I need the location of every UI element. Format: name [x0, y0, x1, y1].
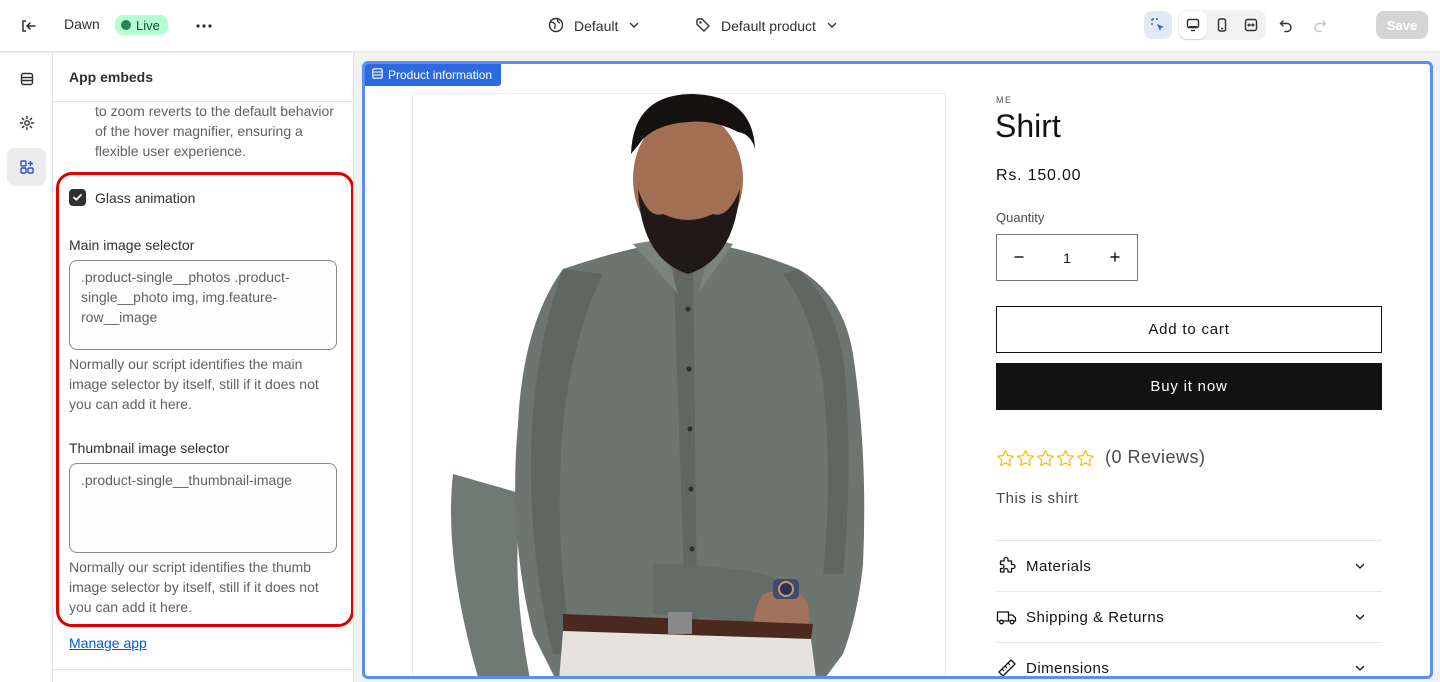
product-price: Rs. 150.00 [996, 167, 1082, 184]
manage-app-link[interactable]: Manage app [69, 635, 147, 651]
template-selector-label: Default [574, 18, 619, 34]
main-image-selector-input[interactable]: .product-single__photos .product-single_… [69, 260, 337, 350]
star-outline-icon [1056, 449, 1075, 466]
live-status-badge: Live [115, 15, 168, 35]
accordion-label: Shipping & Returns [1026, 608, 1165, 626]
editor-topbar: Dawn Live Default Default product Save [0, 0, 1440, 52]
previous-setting-help-text: to zoom reverts to the default behavior … [95, 103, 334, 159]
app-embeds-icon[interactable] [7, 148, 46, 186]
topbar-actions: Save [1144, 10, 1428, 40]
main-image-selector-label: Main image selector [69, 237, 195, 253]
glass-animation-label: Glass animation [95, 189, 196, 206]
product-title: Shirt [995, 108, 1061, 144]
panel-header: App embeds [53, 53, 353, 102]
mobile-view-icon[interactable] [1208, 11, 1236, 39]
thumbnail-image-selector-help: Normally our script identifies the thumb… [69, 559, 319, 615]
main-image-selector-help: Normally our script identifies the main … [69, 356, 319, 412]
chevron-down-icon [1352, 558, 1368, 574]
checkbox-checked-icon[interactable] [69, 189, 86, 206]
star-rating [996, 449, 1095, 467]
globe-icon [548, 17, 564, 36]
add-to-cart-button[interactable]: Add to cart [996, 306, 1382, 353]
star-outline-icon [1016, 449, 1035, 466]
panel-title: App embeds [69, 69, 154, 85]
accordion-label: Materials [1026, 557, 1092, 575]
product-selector-label: Default product [721, 18, 816, 34]
chevron-down-icon [1352, 609, 1368, 625]
more-actions-button[interactable] [192, 14, 216, 38]
theme-settings-gear-icon[interactable] [7, 104, 46, 142]
template-selector[interactable]: Default [548, 14, 640, 38]
selected-section-tag[interactable]: Product information [365, 64, 502, 86]
app-embeds-panel: to zoom reverts to the default behavior … [53, 53, 354, 682]
thumbnail-image-selector-input[interactable]: .product-single__thumbnail-image [69, 463, 337, 553]
accordion-materials[interactable]: Materials [996, 540, 1382, 591]
tag-icon [695, 17, 711, 36]
chevron-down-icon [628, 18, 640, 34]
star-outline-icon [1036, 449, 1055, 466]
desktop-view-icon[interactable] [1179, 11, 1207, 39]
exit-icon[interactable] [16, 14, 40, 38]
divider [53, 669, 353, 670]
truck-icon [996, 606, 1018, 628]
editor-nav-rail [0, 53, 53, 682]
buy-it-now-button[interactable]: Buy it now [996, 363, 1382, 410]
quantity-stepper: 1 [996, 234, 1138, 281]
save-button[interactable]: Save [1376, 11, 1428, 39]
quantity-decrease-button[interactable] [1011, 247, 1027, 268]
fullscreen-view-icon[interactable] [1237, 11, 1265, 39]
quantity-label: Quantity [996, 210, 1045, 225]
quantity-value[interactable]: 1 [1063, 250, 1071, 266]
inspector-toggle-button[interactable] [1144, 11, 1172, 39]
chevron-down-icon [1352, 660, 1368, 676]
redo-icon[interactable] [1306, 11, 1334, 39]
section-icon [372, 68, 383, 82]
accordion-dimensions[interactable]: Dimensions [996, 642, 1382, 677]
chevron-down-icon [826, 18, 838, 34]
accordion-label: Dimensions [1026, 659, 1110, 677]
ruler-icon [996, 657, 1018, 676]
product-vendor: ME [996, 95, 1013, 105]
product-rating[interactable]: (0 Reviews) [996, 447, 1206, 468]
live-dot-icon [121, 20, 131, 30]
star-outline-icon [996, 449, 1015, 466]
section-tag-label: Product information [388, 68, 493, 82]
product-image[interactable] [412, 93, 946, 676]
theme-name: Dawn [64, 16, 100, 32]
accordion-shipping-returns[interactable]: Shipping & Returns [996, 591, 1382, 642]
star-outline-icon [1076, 449, 1095, 466]
shirt-model-photo [451, 94, 865, 676]
undo-icon[interactable] [1272, 11, 1300, 39]
puzzle-icon [996, 555, 1018, 577]
quantity-increase-button[interactable] [1107, 247, 1123, 268]
live-status-label: Live [136, 17, 160, 33]
storefront-preview: Product information ME Shirt Rs. 150.00 … [362, 61, 1433, 679]
sections-icon[interactable] [7, 60, 46, 98]
reviews-count[interactable]: (0 Reviews) [1105, 447, 1206, 468]
thumbnail-image-selector-label: Thumbnail image selector [69, 440, 230, 456]
product-description: This is shirt [996, 490, 1079, 507]
glass-animation-checkbox-row[interactable]: Glass animation [69, 189, 195, 206]
product-selector[interactable]: Default product [695, 14, 838, 38]
viewport-switcher [1178, 10, 1266, 40]
